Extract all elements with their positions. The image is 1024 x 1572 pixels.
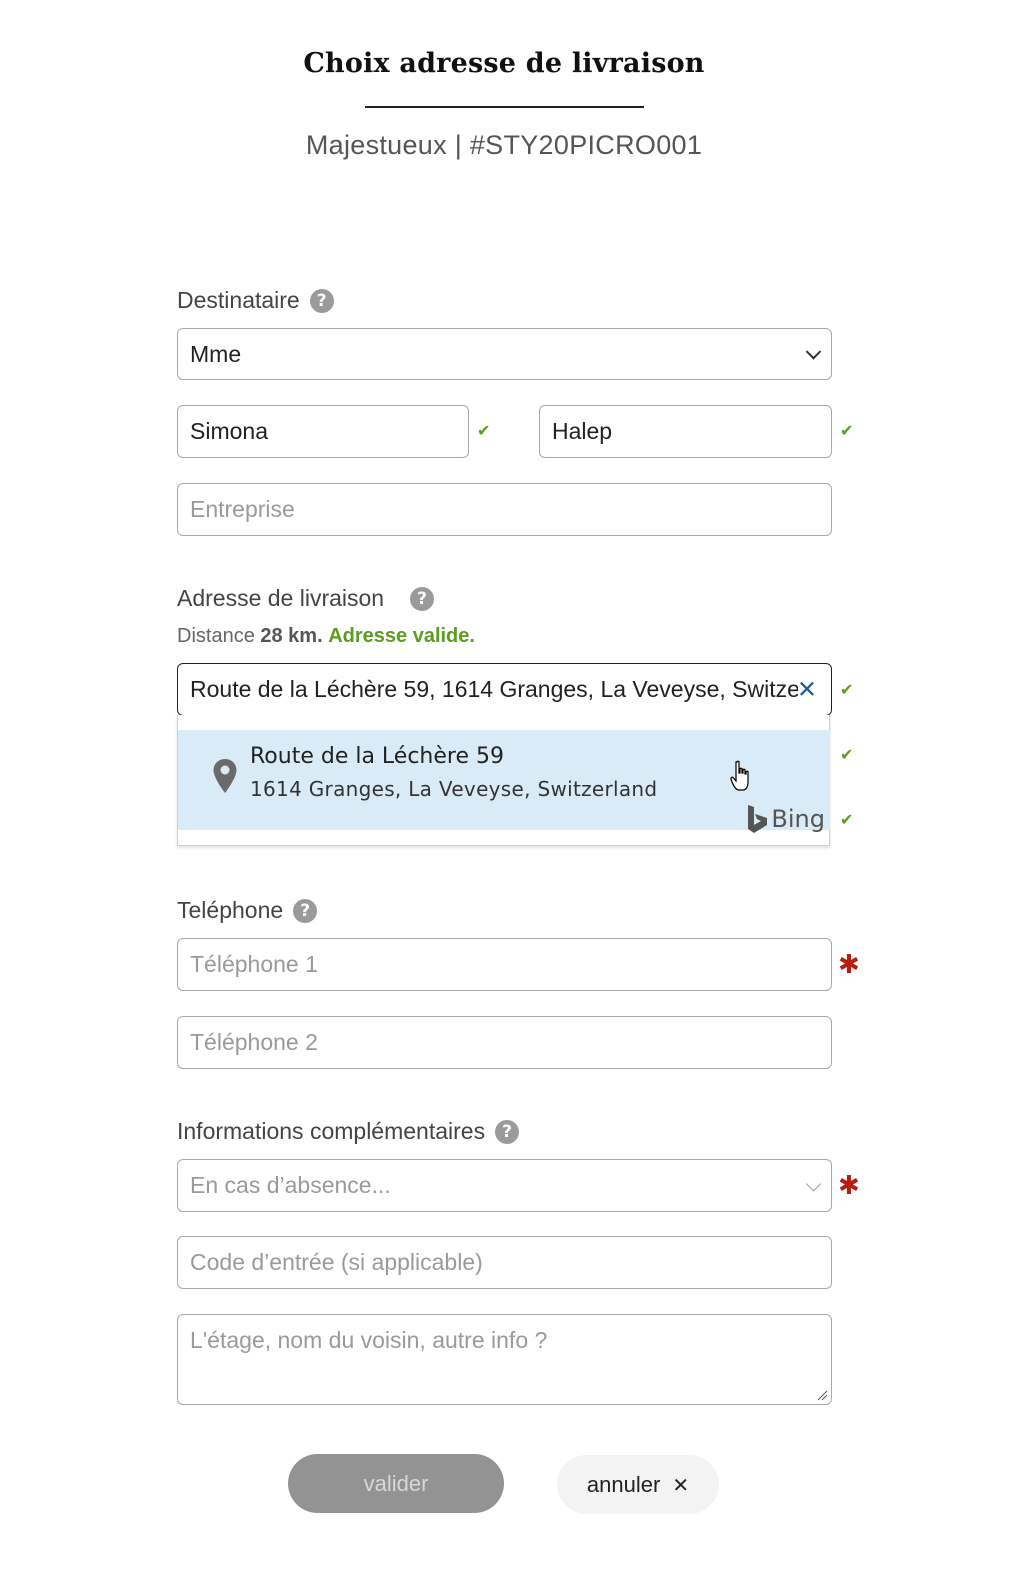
- hand-cursor-icon: [730, 760, 749, 791]
- map-pin-icon: [213, 759, 237, 793]
- chevron-down-icon: [805, 1175, 822, 1192]
- suggestion-locality: 1614 Granges, La Veveyse, Switzerland: [250, 777, 658, 801]
- company-input[interactable]: Entreprise: [177, 483, 832, 536]
- extra-info-label-group: Informations complémentaires ?: [177, 1118, 520, 1145]
- address-label: Adresse de livraison: [177, 585, 385, 611]
- first-name-input[interactable]: Simona: [177, 405, 469, 458]
- recipient-label-group: Destinataire ?: [177, 287, 334, 314]
- extra-info-label: Informations complémentaires: [177, 1118, 486, 1144]
- recipient-label: Destinataire: [177, 287, 300, 313]
- required-asterisk-icon: ✱: [838, 950, 860, 980]
- phone1-input[interactable]: Téléphone 1: [177, 938, 832, 991]
- close-icon: ✕: [672, 1472, 690, 1497]
- required-asterisk-icon: ✱: [838, 1171, 860, 1201]
- question-circle-icon[interactable]: ?: [309, 288, 334, 313]
- address-input[interactable]: Route de la Léchère 59, 1614 Granges, La…: [177, 663, 832, 716]
- question-circle-icon[interactable]: ?: [495, 1119, 520, 1144]
- address-value: Route de la Léchère 59, 1614 Granges, La…: [190, 676, 798, 702]
- question-circle-icon[interactable]: ?: [410, 586, 435, 611]
- bing-logo-icon: [748, 805, 768, 833]
- distance-prefix: Distance: [177, 625, 255, 647]
- phone2-placeholder: Téléphone 2: [190, 1029, 318, 1055]
- cancel-button[interactable]: annuler ✕: [557, 1455, 719, 1514]
- company-placeholder: Entreprise: [190, 496, 295, 522]
- cancel-label: annuler: [586, 1471, 661, 1497]
- distance-info: Distance 28 km. Adresse valide.: [177, 625, 475, 648]
- entry-code-placeholder: Code d’entrée (si applicable): [190, 1249, 483, 1275]
- validate-label: valider: [363, 1470, 429, 1496]
- resize-grip-icon[interactable]: [816, 1389, 828, 1401]
- validate-button[interactable]: valider: [288, 1454, 504, 1513]
- salutation-value: Mme: [190, 340, 242, 367]
- question-circle-icon[interactable]: ?: [293, 898, 318, 923]
- first-name-value: Simona: [190, 418, 268, 444]
- salutation-select[interactable]: Mme: [177, 328, 832, 380]
- page-title: Choix adresse de livraison: [303, 48, 705, 79]
- field-valid-check-icon: ✔: [840, 810, 854, 829]
- last-name-input[interactable]: Halep: [539, 405, 832, 458]
- entry-code-input[interactable]: Code d’entrée (si applicable): [177, 1236, 832, 1289]
- notes-placeholder: L'étage, nom du voisin, autre info ?: [190, 1327, 548, 1353]
- clear-icon[interactable]: ✕: [797, 675, 817, 703]
- chevron-down-icon: [805, 344, 822, 360]
- phone1-placeholder: Téléphone 1: [190, 951, 318, 977]
- title-divider: [365, 106, 644, 108]
- last-name-valid-check-icon: ✔: [840, 421, 854, 440]
- absence-placeholder: En cas d’absence...: [190, 1172, 391, 1198]
- address-label-group: Adresse de livraison ?: [177, 585, 435, 612]
- bing-label: Bing: [771, 805, 825, 833]
- first-name-valid-check-icon: ✔: [477, 421, 491, 440]
- last-name-value: Halep: [552, 418, 613, 444]
- field-valid-check-icon: ✔: [840, 745, 854, 764]
- address-status: Adresse valide.: [328, 625, 475, 647]
- suggestion-street: Route de la Léchère 59: [250, 744, 504, 769]
- product-subtitle: Majestueux | #STY20PICRO001: [305, 130, 703, 160]
- distance-value: 28 km.: [260, 625, 323, 647]
- absence-select[interactable]: En cas d’absence...: [177, 1159, 832, 1212]
- notes-textarea[interactable]: L'étage, nom du voisin, autre info ?: [177, 1314, 832, 1405]
- phone2-input[interactable]: Téléphone 2: [177, 1016, 832, 1069]
- phone-label-group: Teléphone ?: [177, 897, 318, 924]
- phone-label: Teléphone: [177, 897, 284, 923]
- address-valid-check-icon: ✔: [840, 680, 854, 699]
- bing-attribution: Bing: [746, 804, 825, 834]
